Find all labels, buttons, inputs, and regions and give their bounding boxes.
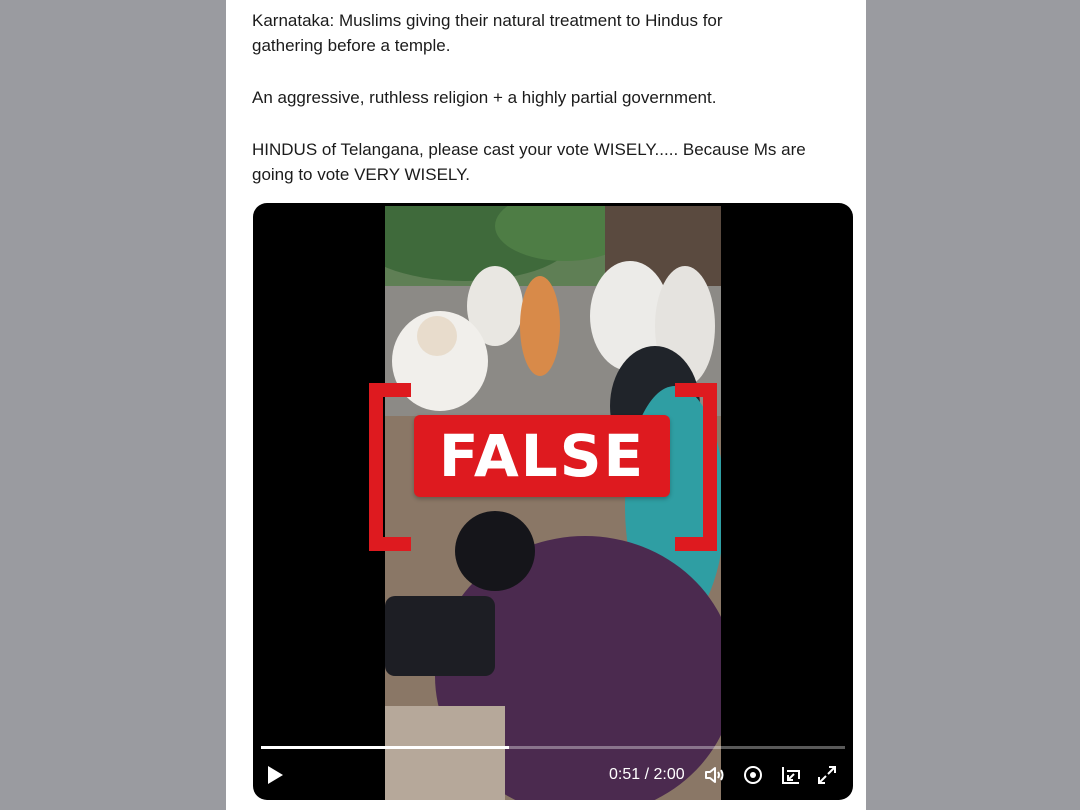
fullscreen-button[interactable] (815, 763, 839, 787)
time-display: 0:51 / 2:00 (609, 766, 685, 783)
tweet-paragraph-2: An aggressive, ruthless religion + a hig… (252, 88, 717, 107)
fact-check-stamp: FALSE (369, 383, 717, 553)
settings-button[interactable] (741, 763, 765, 787)
video-player[interactable]: FALSE 0:51 / 2:00 (253, 203, 853, 800)
play-button[interactable] (263, 763, 287, 787)
right-bracket (675, 383, 717, 551)
false-label: FALSE (414, 415, 670, 497)
progress-bar[interactable] (261, 746, 845, 749)
tweet-text: Karnataka: Muslims giving their natural … (252, 8, 852, 214)
volume-icon (705, 767, 724, 783)
tweet-paragraph-1: Karnataka: Muslims giving their natural … (252, 11, 723, 55)
picture-in-picture-icon (782, 767, 800, 784)
picture-in-picture-button[interactable] (779, 763, 803, 787)
volume-button[interactable] (703, 763, 727, 787)
tweet-paragraph-3: HINDUS of Telangana, please cast your vo… (252, 140, 806, 184)
fullscreen-icon (818, 766, 836, 784)
video-controls: 0:51 / 2:00 (253, 755, 853, 795)
progress-fill (261, 746, 510, 749)
tweet-card: Karnataka: Muslims giving their natural … (226, 0, 866, 810)
left-bracket (369, 383, 411, 551)
play-icon (268, 766, 283, 784)
settings-icon (744, 766, 762, 784)
